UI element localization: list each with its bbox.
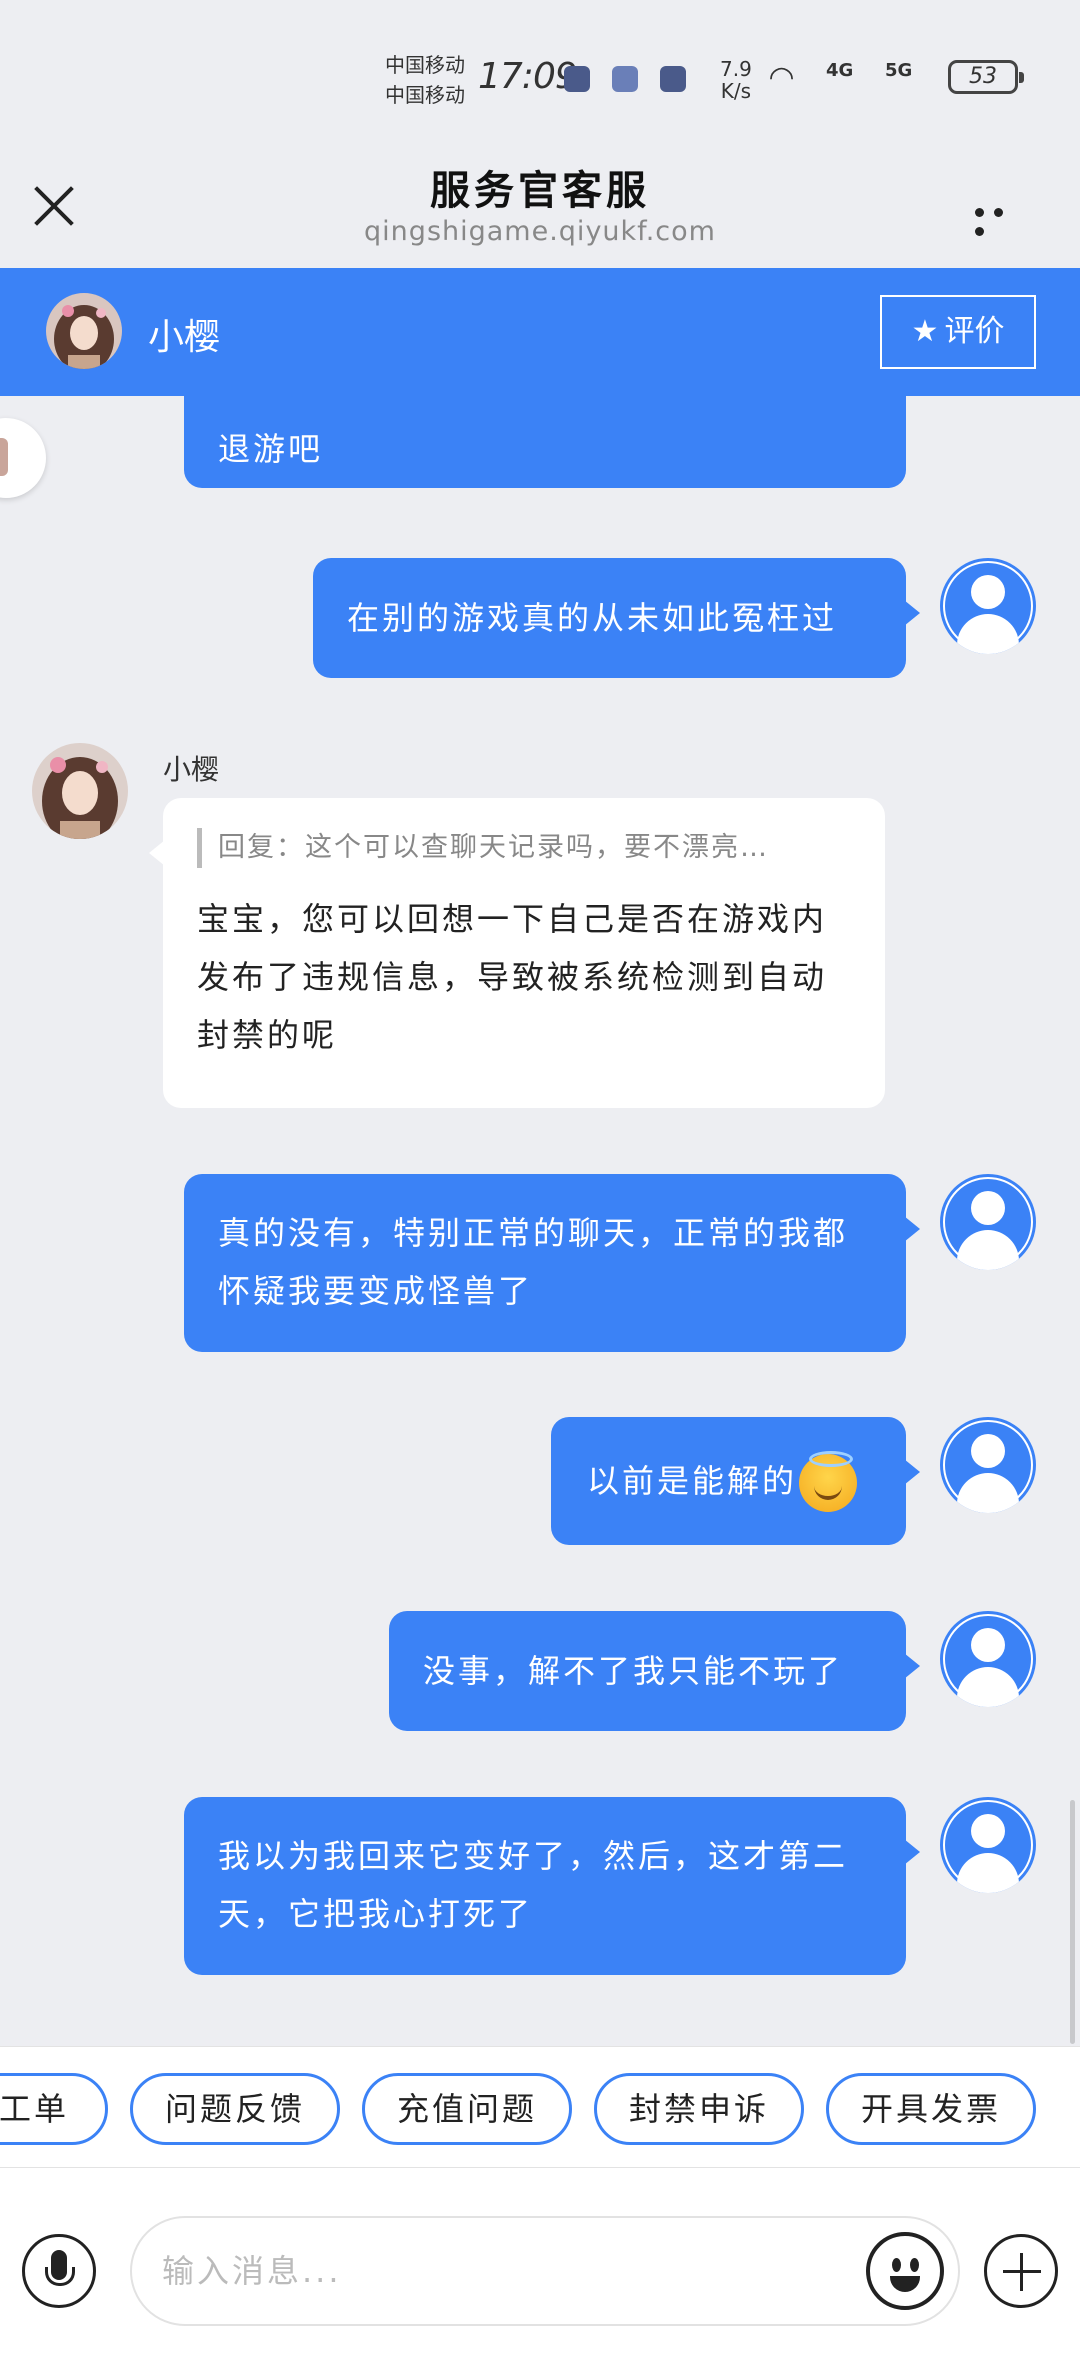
agent-message-avatar[interactable] [32,743,128,839]
carrier-1: 中国移动 [385,53,465,77]
input-bar [0,2168,1080,2376]
message-text: 宝宝，您可以回想一下自己是否在游戏内发布了违规信息，导致被系统检测到自动封禁的呢 [197,900,828,1054]
star-icon: ★ [911,314,939,349]
battery-icon: 53 [948,60,1024,94]
message-bubble-user: 没事，解不了我只能不玩了 [389,1611,920,1731]
signal-4g-icon: 4G [826,60,854,81]
floating-assistant-icon[interactable] [0,418,46,498]
message-bubble-user: 在别的游戏真的从未如此冤枉过 [313,558,920,678]
quick-reply-feedback[interactable]: 问题反馈 [130,2073,340,2145]
message-text: 在别的游戏真的从未如此冤枉过 [347,599,838,637]
message-bubble-agent: 回复：这个可以查聊天记录吗，要不漂亮… 宝宝，您可以回想一下自己是否在游戏内发布… [149,798,885,1108]
notification-app-icon [660,66,686,92]
message-text: 真的没有，特别正常的聊天，正常的我都怀疑我要变成怪兽了 [218,1214,849,1310]
smiling-face-with-halo-icon [799,1451,858,1512]
agent-name: 小樱 [148,317,221,358]
network-speed: 7.9 K/s [720,57,752,103]
message-text: 以前是能解的 [587,1462,798,1500]
page-header: 服务官客服 qingshigame.qiyukf.com [0,150,1080,268]
page-title: 服务官客服 [430,168,650,214]
more-icon[interactable] [975,202,1031,236]
agent-avatar[interactable] [46,293,122,369]
carrier-info: 中国移动 中国移动 [385,50,465,110]
message-bubble-user: 我以为我回来它变好了，然后，这才第二天，它把我心打死了 [184,1797,920,1975]
quick-reply-invoice[interactable]: 开具发票 [826,2073,1036,2145]
quick-reply-ban-appeal[interactable]: 封禁申诉 [594,2073,804,2145]
notification-app-icon [564,66,590,92]
sender-name: 小樱 [163,753,220,786]
message-text: 没事，解不了我只能不玩了 [423,1652,844,1690]
microphone-icon[interactable] [22,2234,96,2308]
message-input[interactable] [130,2216,960,2326]
agent-bar: 小樱 ★ 评价 [0,268,1080,396]
quick-reply-recharge[interactable]: 充值问题 [362,2073,572,2145]
rate-button[interactable]: ★ 评价 [880,295,1036,369]
message-text: 退游吧 [218,430,324,468]
user-avatar[interactable] [940,1611,1036,1707]
status-bar: 中国移动 中国移动 17:09 7.9 K/s ◠ 4G 5G 53 [0,0,1080,150]
user-avatar[interactable] [940,1174,1036,1270]
quick-reply-work-order[interactable]: 工单 [0,2073,108,2145]
chat-scrollbar[interactable] [1070,1800,1075,2044]
rate-label: 评价 [944,314,1005,349]
user-avatar[interactable] [940,1417,1036,1513]
reply-quote: 回复：这个可以查聊天记录吗，要不漂亮… [197,828,851,868]
quick-reply-bar: 工单 问题反馈 充值问题 封禁申诉 开具发票 [0,2046,1080,2168]
wifi-icon: ◠ [770,60,794,95]
message-bubble-user: 退游吧 [184,396,906,488]
clock: 17:09 [478,56,578,97]
message-bubble-user: 真的没有，特别正常的聊天，正常的我都怀疑我要变成怪兽了 [184,1174,920,1352]
page-url: qingshigame.qiyukf.com [364,216,716,247]
user-avatar[interactable] [940,558,1036,654]
plus-icon[interactable] [984,2234,1058,2308]
chat-area: 退游吧 在别的游戏真的从未如此冤枉过 小樱 回复：这个可以查聊天记录吗，要不漂亮… [0,396,1080,2046]
user-avatar[interactable] [940,1797,1036,1893]
message-bubble-user: 以前是能解的 [551,1417,920,1545]
emoji-icon[interactable] [866,2232,944,2310]
notification-app-icon [612,66,638,92]
chat-page: 中国移动 中国移动 17:09 7.9 K/s ◠ 4G 5G 53 服务官客服… [0,0,1080,2376]
carrier-2: 中国移动 [385,83,465,107]
message-text: 我以为我回来它变好了，然后，这才第二天，它把我心打死了 [218,1837,849,1933]
signal-5g-icon: 5G [885,60,913,81]
